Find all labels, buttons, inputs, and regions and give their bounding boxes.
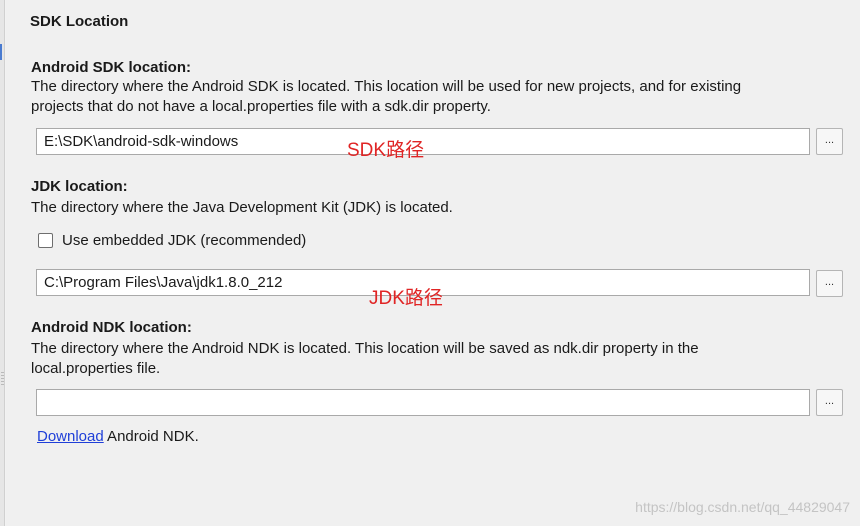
ndk-desc-line1: The directory where the Android NDK is l… xyxy=(31,340,699,357)
jdk-path-annotation: JDK路径 xyxy=(369,288,443,309)
download-ndk-link[interactable]: Download xyxy=(37,428,104,445)
jdk-browse-button[interactable]: ... xyxy=(816,270,843,297)
embedded-jdk-option[interactable]: Use embedded JDK (recommended) xyxy=(38,232,306,249)
android-sdk-desc-line1: The directory where the Android SDK is l… xyxy=(31,78,742,95)
sdk-location-panel: SDK Location Android SDK location: The d… xyxy=(6,0,860,526)
page-title: SDK Location xyxy=(30,13,129,30)
sdk-path-annotation: SDK路径 xyxy=(347,140,425,161)
splitter-grip[interactable] xyxy=(1,372,4,386)
ndk-description: The directory where the Android NDK is l… xyxy=(31,339,831,379)
sidebar-edge xyxy=(0,0,5,526)
jdk-heading: JDK location: xyxy=(31,178,128,195)
ndk-path-field[interactable] xyxy=(36,389,810,416)
jdk-description: The directory where the Java Development… xyxy=(31,199,453,216)
download-ndk-suffix: Android NDK. xyxy=(103,428,199,445)
android-sdk-description: The directory where the Android SDK is l… xyxy=(31,77,831,117)
ndk-desc-line2: local.properties file. xyxy=(31,360,161,377)
android-sdk-desc-line2: projects that do not have a local.proper… xyxy=(31,98,491,115)
embedded-jdk-label: Use embedded JDK (recommended) xyxy=(62,232,307,249)
android-sdk-heading: Android SDK location: xyxy=(31,59,191,76)
ndk-browse-button[interactable]: ... xyxy=(816,389,843,416)
watermark: https://blog.csdn.net/qq_44829047 xyxy=(635,499,850,515)
sidebar-selection-marker xyxy=(0,44,2,60)
embedded-jdk-checkbox[interactable] xyxy=(38,233,53,248)
android-sdk-browse-button[interactable]: ... xyxy=(816,128,843,155)
ndk-heading: Android NDK location: xyxy=(31,319,192,336)
ndk-download-row: Download Android NDK. xyxy=(37,428,199,445)
